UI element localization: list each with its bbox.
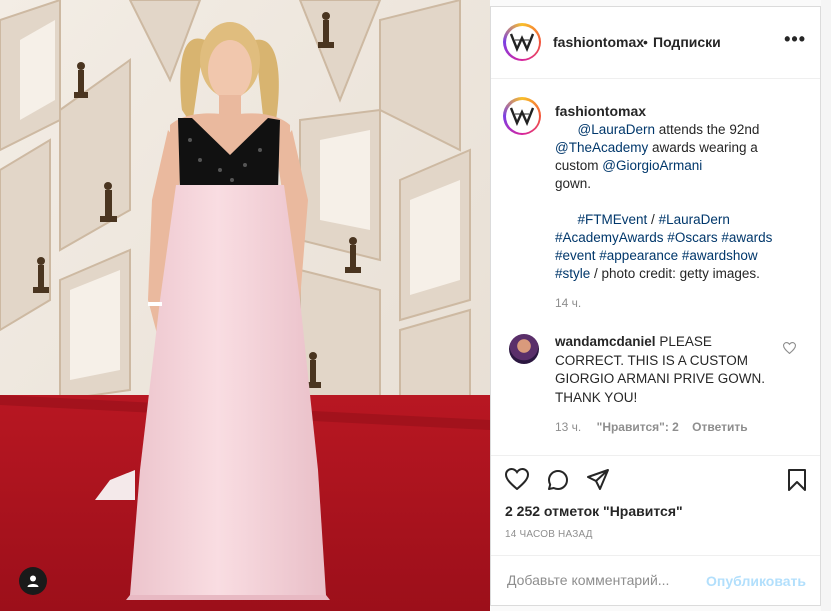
author-avatar[interactable] [503, 23, 541, 61]
more-horizontal-icon[interactable]: ••• [784, 30, 806, 48]
mention-link[interactable]: @LauraDern [578, 122, 656, 137]
caption-avatar[interactable] [503, 97, 541, 135]
caption-line: gown. [555, 176, 592, 191]
commenter-avatar[interactable] [509, 334, 539, 364]
author-username[interactable]: fashiontomax [553, 34, 644, 50]
post-photo[interactable] [0, 0, 490, 611]
hashtag-link[interactable]: #style [555, 266, 590, 281]
caption-username[interactable]: fashiontomax [555, 103, 646, 119]
post-image [0, 0, 490, 611]
caption-line: #event #appearance #awardshow [555, 247, 795, 265]
fashiontomax-logo [510, 33, 534, 52]
caption-line: @LauraDern attends the 92nd [577, 122, 760, 137]
posted-time[interactable]: 14 ЧАСОВ НАЗАД [505, 529, 593, 540]
page-edge [821, 0, 831, 611]
hashtag-link[interactable]: #LauraDern [659, 212, 730, 227]
hashtag-link[interactable]: #FTMEvent [578, 212, 648, 227]
comment-likes[interactable]: "Нравится": 2 [597, 420, 679, 434]
comment-meta: 13 ч. "Нравится": 2 Ответить [555, 420, 758, 434]
caption-line: #FTMEvent / #LauraDern [577, 212, 730, 227]
bookmark-icon[interactable] [787, 468, 807, 492]
comment-bar: Опубликовать [491, 555, 820, 607]
like-count[interactable]: 2 252 отметок "Нравится" [505, 503, 683, 519]
separator-dot: • [643, 34, 648, 50]
commenter-username[interactable]: wandamcdaniel [555, 334, 656, 349]
action-bar [491, 455, 820, 499]
tagged-user-button[interactable] [19, 567, 47, 595]
share-send-icon[interactable] [586, 468, 610, 492]
caption-time[interactable]: 14 ч. [555, 296, 581, 310]
like-heart-icon[interactable] [505, 468, 529, 490]
post-panel: fashiontomax • Подписки ••• fashiontomax… [490, 6, 821, 606]
comment-time[interactable]: 13 ч. [555, 420, 581, 434]
comment-input[interactable] [505, 571, 709, 589]
comment-text: wandamcdaniel PLEASE CORRECT. THIS IS A … [555, 333, 770, 407]
caption-line: custom @GiorgioArmani [555, 158, 703, 173]
mention-link[interactable]: @GiorgioArmani [602, 158, 702, 173]
hashtag-link[interactable]: #AcademyAwards #Oscars #awards [555, 230, 772, 245]
reply-button[interactable]: Ответить [692, 420, 747, 434]
caption-line [555, 193, 795, 211]
caption-text: @LauraDern attends the 92nd @TheAcademy … [555, 121, 795, 283]
mention-link[interactable]: @TheAcademy [555, 140, 648, 155]
caption-line: #style / photo credit: getty images. [555, 266, 760, 281]
fashiontomax-logo [510, 107, 534, 126]
comment-bubble-icon[interactable] [546, 468, 570, 492]
caption-line: #AcademyAwards #Oscars #awards [555, 229, 795, 247]
user-icon [27, 575, 39, 587]
publish-button[interactable]: Опубликовать [706, 573, 806, 589]
caption-line: @TheAcademy awards wearing a [555, 140, 758, 155]
following-button[interactable]: Подписки [653, 34, 721, 50]
hashtag-link[interactable]: #event #appearance #awardshow [555, 248, 758, 263]
comment-like-heart-icon[interactable] [783, 342, 796, 354]
post-header: fashiontomax • Подписки ••• [491, 7, 820, 79]
